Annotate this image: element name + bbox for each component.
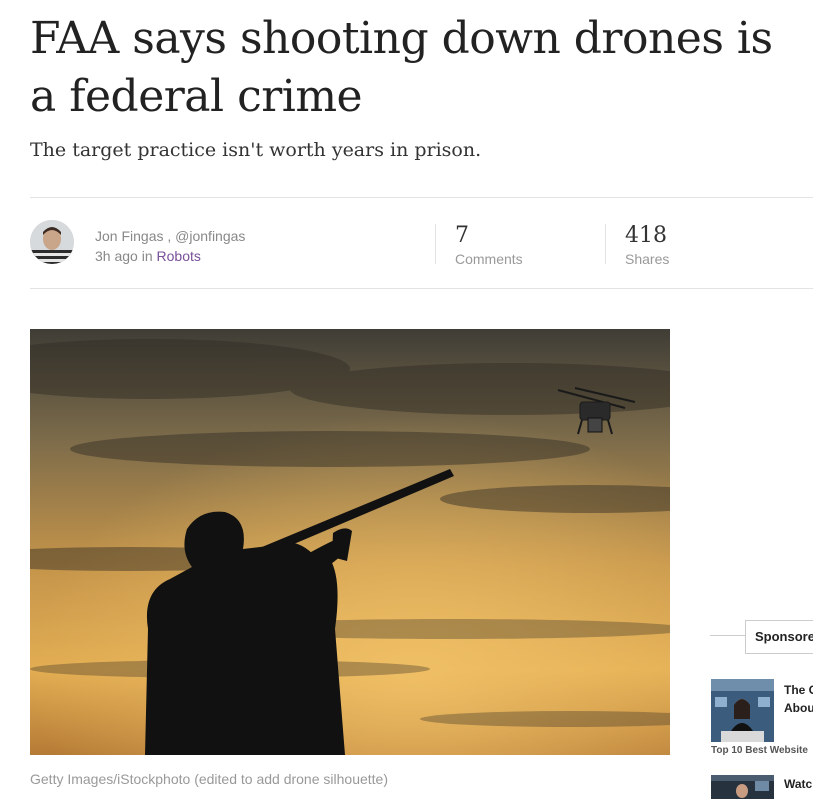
author-separator: , — [163, 228, 176, 244]
shares-count: 418 — [625, 223, 667, 248]
publish-time: 3h ago — [95, 248, 138, 264]
comments-stat[interactable]: 7 Comments — [455, 223, 523, 269]
author-avatar[interactable] — [30, 220, 74, 264]
promo-source: Top 10 Best Website — [711, 745, 808, 756]
author-name-link[interactable]: Jon Fingas — [95, 228, 163, 244]
promo-title-line: Abou — [784, 701, 813, 715]
promo-thumbnail[interactable] — [711, 775, 774, 799]
stats-divider — [605, 224, 606, 264]
article-subhead: The target practice isn't worth years in… — [30, 139, 482, 161]
byline-top-divider — [30, 197, 813, 198]
promo-title-line: The C — [784, 683, 813, 697]
in-label: in — [141, 248, 153, 264]
category-link[interactable]: Robots — [157, 248, 201, 264]
promo-title[interactable]: Watc — [784, 776, 812, 792]
stats-divider — [435, 224, 436, 264]
author-byline: Jon Fingas , @jonfingas 3h ago in Robots — [95, 226, 245, 266]
promo-thumbnail[interactable] — [711, 679, 774, 742]
shares-label: Shares — [625, 251, 670, 267]
comments-count: 7 — [455, 223, 469, 248]
sponsored-label: Sponsore — [745, 620, 813, 654]
article-headline: FAA says shooting down drones is a feder… — [30, 13, 773, 122]
author-handle-link[interactable]: @jonfingas — [175, 228, 245, 244]
shares-stat[interactable]: 418 Shares — [625, 223, 669, 269]
hero-image — [30, 329, 670, 755]
sponsored-divider — [710, 635, 746, 636]
comments-label: Comments — [455, 251, 523, 267]
image-caption: Getty Images/iStockphoto (edited to add … — [30, 771, 388, 787]
byline-bottom-divider — [30, 288, 813, 289]
promo-title[interactable]: The C Abou — [784, 681, 813, 717]
